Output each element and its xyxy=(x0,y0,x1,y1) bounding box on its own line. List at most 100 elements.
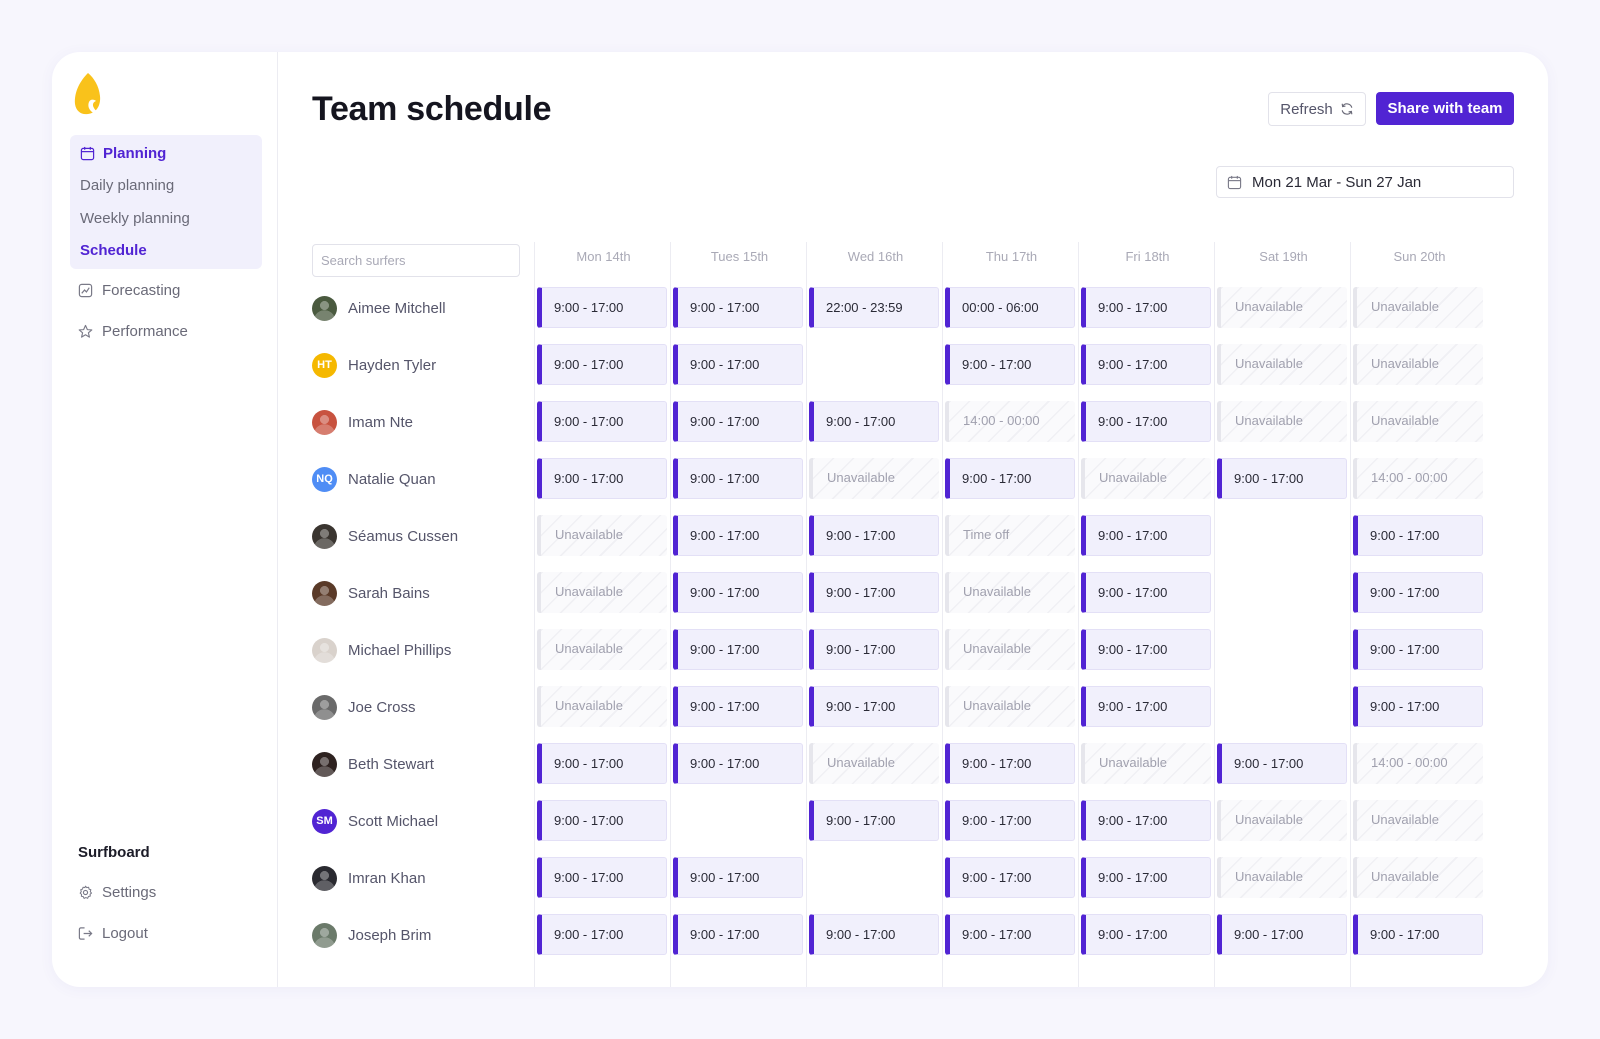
shift-block[interactable]: 9:00 - 17:00 xyxy=(537,287,667,328)
surfer-row-label[interactable]: Imam Nte xyxy=(312,409,413,435)
shift-block[interactable]: 9:00 - 17:00 xyxy=(673,458,803,499)
shift-block[interactable]: 9:00 - 17:00 xyxy=(673,401,803,442)
nav-planning[interactable]: Planning xyxy=(80,143,166,163)
shift-block[interactable]: 9:00 - 17:00 xyxy=(1081,629,1211,670)
nav-forecasting[interactable]: Forecasting xyxy=(78,280,180,300)
unavailable-block[interactable]: Unavailable xyxy=(1081,458,1211,499)
unavailable-block[interactable]: Unavailable xyxy=(945,686,1075,727)
share-with-team-button[interactable]: Share with team xyxy=(1376,92,1514,125)
surfer-row-label[interactable]: Imran Khan xyxy=(312,865,426,891)
shift-block[interactable]: 9:00 - 17:00 xyxy=(673,572,803,613)
surfer-row-label[interactable]: Séamus Cussen xyxy=(312,523,458,549)
surfboard-logo-icon[interactable] xyxy=(72,72,102,116)
shift-block[interactable]: 9:00 - 17:00 xyxy=(1081,857,1211,898)
shift-block[interactable]: 9:00 - 17:00 xyxy=(1081,287,1211,328)
surfer-row-label[interactable]: NQ Natalie Quan xyxy=(312,466,436,492)
nav-logout[interactable]: Logout xyxy=(78,923,148,943)
unavailable-block[interactable]: Unavailable xyxy=(1353,401,1483,442)
nav-performance[interactable]: Performance xyxy=(78,321,188,341)
shift-block[interactable]: 9:00 - 17:00 xyxy=(1217,914,1347,955)
shift-block[interactable]: 9:00 - 17:00 xyxy=(537,743,667,784)
shift-block[interactable]: 9:00 - 17:00 xyxy=(809,800,939,841)
surfer-row-label[interactable]: Beth Stewart xyxy=(312,751,434,777)
shift-block[interactable]: 9:00 - 17:00 xyxy=(945,857,1075,898)
shift-block[interactable]: 00:00 - 06:00 xyxy=(945,287,1075,328)
shift-block[interactable]: 9:00 - 17:00 xyxy=(809,686,939,727)
shift-block[interactable]: 9:00 - 17:00 xyxy=(1081,401,1211,442)
unavailable-block[interactable]: Unavailable xyxy=(809,743,939,784)
unavailable-block[interactable]: Unavailable xyxy=(537,629,667,670)
shift-block[interactable]: 9:00 - 17:00 xyxy=(1081,800,1211,841)
shift-block[interactable]: 9:00 - 17:00 xyxy=(537,800,667,841)
shift-block[interactable]: 9:00 - 17:00 xyxy=(1353,515,1483,556)
unavailable-block[interactable]: 14:00 - 00:00 xyxy=(945,401,1075,442)
surfer-row-label[interactable]: Michael Phillips xyxy=(312,637,451,663)
shift-block[interactable]: 9:00 - 17:00 xyxy=(673,914,803,955)
date-range-picker[interactable]: Mon 21 Mar - Sun 27 Jan xyxy=(1216,166,1514,198)
shift-block[interactable]: 9:00 - 17:00 xyxy=(537,401,667,442)
surfer-row-label[interactable]: HT Hayden Tyler xyxy=(312,352,436,378)
nav-schedule[interactable]: Schedule xyxy=(80,241,147,261)
shift-block[interactable]: 9:00 - 17:00 xyxy=(673,344,803,385)
surfer-row-label[interactable]: Joseph Brim xyxy=(312,922,431,948)
search-surfers-input[interactable] xyxy=(312,244,520,277)
shift-block[interactable]: 9:00 - 17:00 xyxy=(537,914,667,955)
shift-block[interactable]: 9:00 - 17:00 xyxy=(673,287,803,328)
unavailable-block[interactable]: Unavailable xyxy=(1217,287,1347,328)
surfer-row-label[interactable]: Sarah Bains xyxy=(312,580,430,606)
shift-block[interactable]: 9:00 - 17:00 xyxy=(1081,515,1211,556)
shift-block[interactable]: 9:00 - 17:00 xyxy=(673,686,803,727)
unavailable-block[interactable]: Time off xyxy=(945,515,1075,556)
shift-block[interactable]: 9:00 - 17:00 xyxy=(945,458,1075,499)
nav-settings[interactable]: Settings xyxy=(78,882,156,902)
nav-daily-planning[interactable]: Daily planning xyxy=(80,176,174,196)
shift-block[interactable]: 9:00 - 17:00 xyxy=(809,572,939,613)
unavailable-block[interactable]: Unavailable xyxy=(1353,857,1483,898)
shift-block[interactable]: 9:00 - 17:00 xyxy=(1081,686,1211,727)
unavailable-block[interactable]: Unavailable xyxy=(1217,800,1347,841)
shift-block[interactable]: 9:00 - 17:00 xyxy=(1081,344,1211,385)
shift-block[interactable]: 9:00 - 17:00 xyxy=(673,515,803,556)
surfer-row-label[interactable]: Joe Cross xyxy=(312,694,416,720)
shift-block[interactable]: 9:00 - 17:00 xyxy=(1081,914,1211,955)
shift-block[interactable]: 9:00 - 17:00 xyxy=(673,857,803,898)
unavailable-block[interactable]: Unavailable xyxy=(1217,401,1347,442)
surfer-row-label[interactable]: Aimee Mitchell xyxy=(312,295,446,321)
shift-block[interactable]: 9:00 - 17:00 xyxy=(809,629,939,670)
shift-block[interactable]: 9:00 - 17:00 xyxy=(673,629,803,670)
shift-block[interactable]: 9:00 - 17:00 xyxy=(945,743,1075,784)
shift-block[interactable]: 9:00 - 17:00 xyxy=(1353,629,1483,670)
unavailable-block[interactable]: 14:00 - 00:00 xyxy=(1353,458,1483,499)
unavailable-block[interactable]: Unavailable xyxy=(537,686,667,727)
unavailable-block[interactable]: Unavailable xyxy=(537,515,667,556)
shift-block[interactable]: 9:00 - 17:00 xyxy=(945,800,1075,841)
unavailable-block[interactable]: Unavailable xyxy=(945,629,1075,670)
unavailable-block[interactable]: Unavailable xyxy=(945,572,1075,613)
unavailable-block[interactable]: Unavailable xyxy=(1353,344,1483,385)
shift-block[interactable]: 9:00 - 17:00 xyxy=(1217,743,1347,784)
shift-block[interactable]: 9:00 - 17:00 xyxy=(1217,458,1347,499)
shift-block[interactable]: 9:00 - 17:00 xyxy=(1353,686,1483,727)
surfer-row-label[interactable]: SM Scott Michael xyxy=(312,808,438,834)
unavailable-block[interactable]: Unavailable xyxy=(537,572,667,613)
shift-block[interactable]: 9:00 - 17:00 xyxy=(809,401,939,442)
nav-weekly-planning[interactable]: Weekly planning xyxy=(80,209,190,229)
shift-block[interactable]: 9:00 - 17:00 xyxy=(809,914,939,955)
shift-block[interactable]: 9:00 - 17:00 xyxy=(673,743,803,784)
shift-block[interactable]: 9:00 - 17:00 xyxy=(1081,572,1211,613)
shift-block[interactable]: 9:00 - 17:00 xyxy=(537,458,667,499)
shift-block[interactable]: 22:00 - 23:59 xyxy=(809,287,939,328)
shift-block[interactable]: 9:00 - 17:00 xyxy=(945,344,1075,385)
shift-block[interactable]: 9:00 - 17:00 xyxy=(1353,572,1483,613)
unavailable-block[interactable]: 14:00 - 00:00 xyxy=(1353,743,1483,784)
unavailable-block[interactable]: Unavailable xyxy=(809,458,939,499)
shift-block[interactable]: 9:00 - 17:00 xyxy=(1353,914,1483,955)
refresh-button[interactable]: Refresh xyxy=(1268,92,1366,126)
unavailable-block[interactable]: Unavailable xyxy=(1353,800,1483,841)
unavailable-block[interactable]: Unavailable xyxy=(1217,857,1347,898)
shift-block[interactable]: 9:00 - 17:00 xyxy=(809,515,939,556)
unavailable-block[interactable]: Unavailable xyxy=(1081,743,1211,784)
shift-block[interactable]: 9:00 - 17:00 xyxy=(945,914,1075,955)
shift-block[interactable]: 9:00 - 17:00 xyxy=(537,344,667,385)
shift-block[interactable]: 9:00 - 17:00 xyxy=(537,857,667,898)
